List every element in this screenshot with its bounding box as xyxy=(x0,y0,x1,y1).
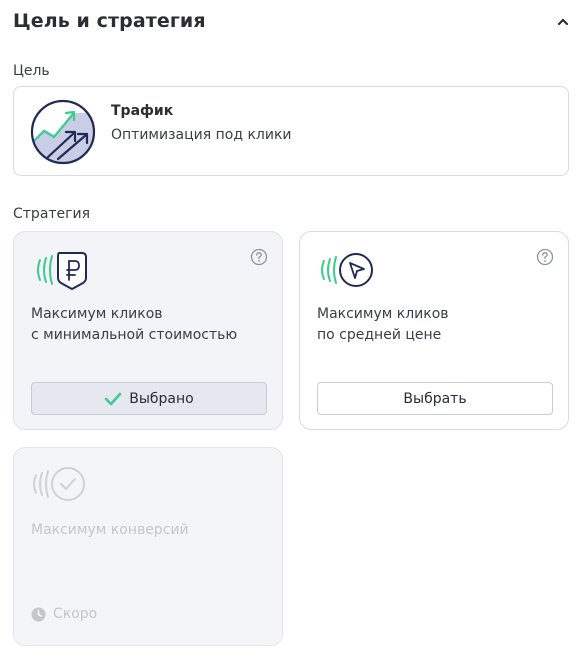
selected-button-label: Выбрано xyxy=(129,390,194,407)
check-circle-icon xyxy=(33,467,85,501)
strategy-title-line1: Максимум кликов xyxy=(31,306,163,322)
goal-label: Цель xyxy=(13,63,50,79)
selected-button[interactable]: Выбрано xyxy=(31,382,267,415)
strategy-title-line2: по средней цене xyxy=(317,327,442,343)
strategy-card-min-cost[interactable]: Максимум кликов с минимальной стоимостью… xyxy=(13,231,283,430)
goal-title: Трафик xyxy=(111,103,174,119)
goal-description: Оптимизация под клики xyxy=(111,127,292,143)
strategy-card-text: Максимум кликов по средней цене xyxy=(317,304,557,346)
cursor-click-icon xyxy=(321,253,373,287)
strategy-label: Стратегия xyxy=(13,206,91,222)
traffic-arrows-icon xyxy=(30,99,96,165)
strategy-title-line1: Максимум кликов xyxy=(317,306,449,322)
strategy-title-line2: с минимальной стоимостью xyxy=(31,327,238,343)
strategy-card-text: Максимум кликов с минимальной стоимостью xyxy=(31,304,271,346)
chevron-up-icon xyxy=(557,18,569,26)
goal-card[interactable]: Трафик Оптимизация под клики xyxy=(13,86,569,176)
section-header: Цель и стратегия xyxy=(13,8,573,36)
strategy-card-avg-price[interactable]: Максимум кликов по средней цене Выбрать xyxy=(299,231,569,430)
collapse-button[interactable] xyxy=(553,12,573,32)
section-title: Цель и стратегия xyxy=(13,10,206,32)
strategy-card-text: Максимум конверсий xyxy=(31,520,271,541)
coming-soon-status: Скоро xyxy=(31,606,97,622)
coming-soon-label: Скоро xyxy=(53,606,98,622)
choose-button-label: Выбрать xyxy=(403,390,467,407)
strategy-card-max-conversions: Максимум конверсий Скоро xyxy=(13,447,283,646)
help-icon[interactable] xyxy=(250,248,268,266)
choose-button[interactable]: Выбрать xyxy=(317,382,553,415)
help-icon[interactable] xyxy=(536,248,554,266)
clock-icon xyxy=(31,607,46,621)
strategy-title-line1: Максимум конверсий xyxy=(31,522,189,538)
checkmark-icon xyxy=(104,392,122,405)
ruble-badge-icon xyxy=(37,252,87,290)
